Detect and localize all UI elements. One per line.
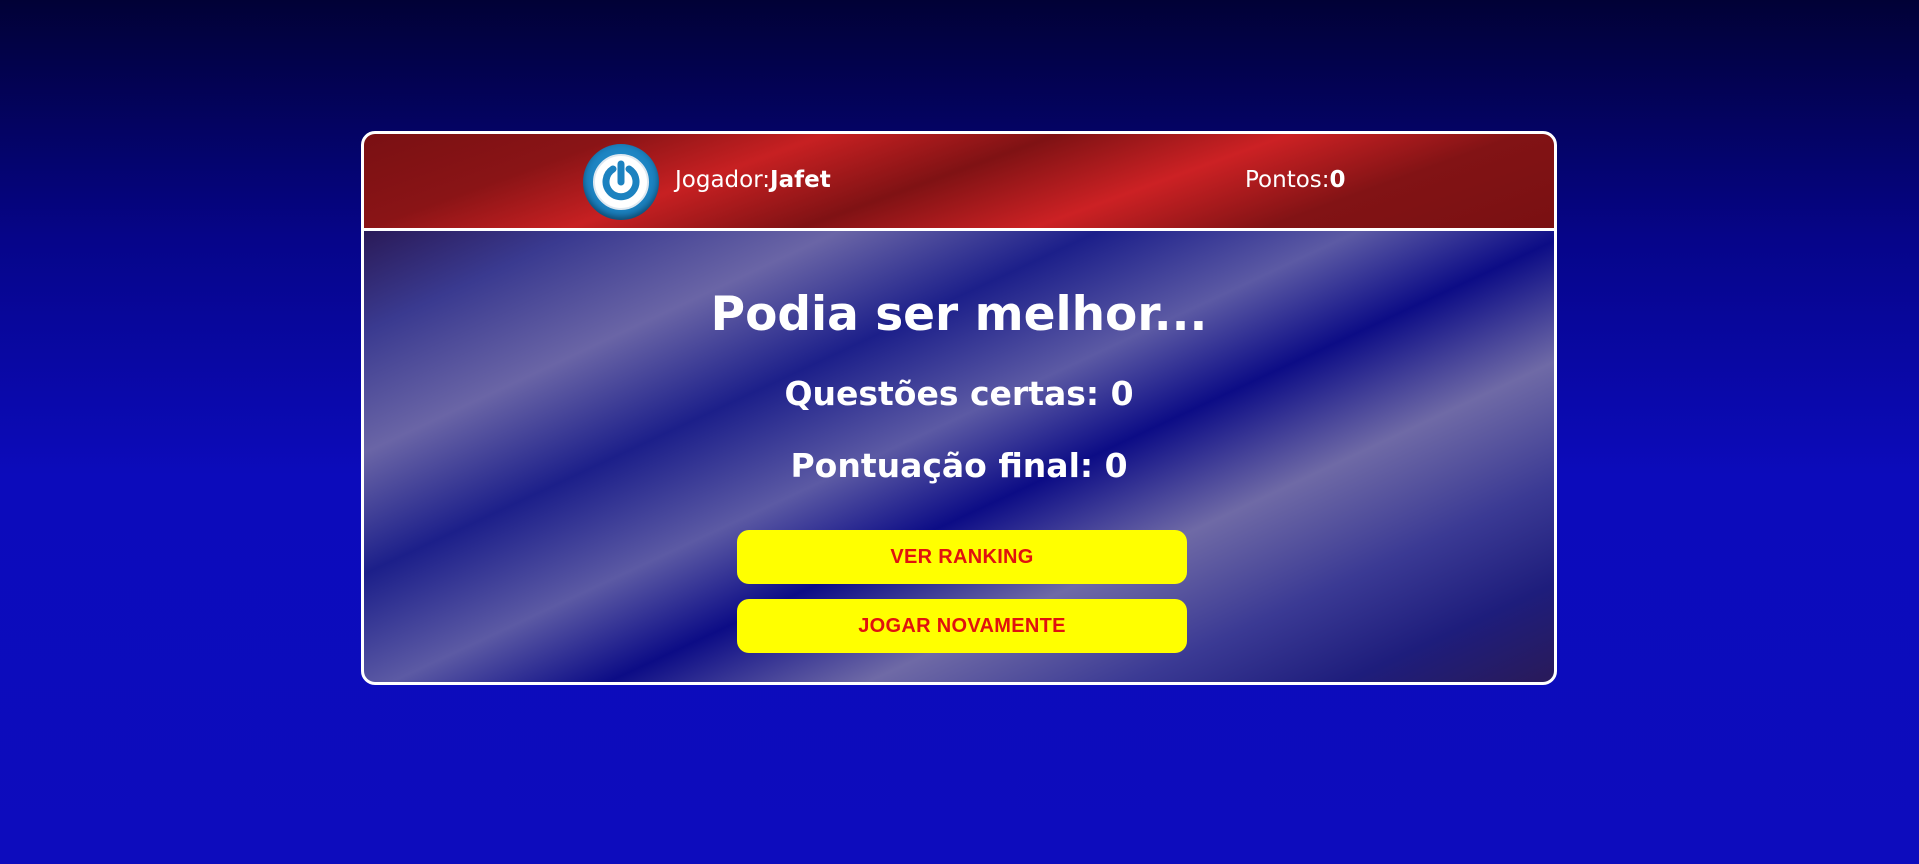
correct-answers: Questões certas: 0 [784,374,1134,413]
play-again-button[interactable]: JOGAR NOVAMENTE [737,599,1187,653]
game-result-card: Jogador:Jafet Pontos:0 Podia ser melhor.… [361,131,1557,685]
player-label: Jogador: [675,167,771,193]
points-info: Pontos:0 [1245,163,1346,197]
view-ranking-button[interactable]: VER RANKING [737,530,1187,584]
result-title: Podia ser melhor... [710,287,1208,342]
final-score: Pontuação final: 0 [790,446,1128,485]
player-info: Jogador:Jafet [675,163,831,197]
points-label: Pontos: [1245,167,1330,193]
logout-button[interactable] [583,144,659,220]
game-header: Jogador:Jafet Pontos:0 [364,134,1554,228]
power-icon [593,154,649,210]
points-value: 0 [1329,167,1346,193]
player-name: Jafet [770,167,831,193]
result-panel: Podia ser melhor... Questões certas: 0 P… [364,231,1554,682]
